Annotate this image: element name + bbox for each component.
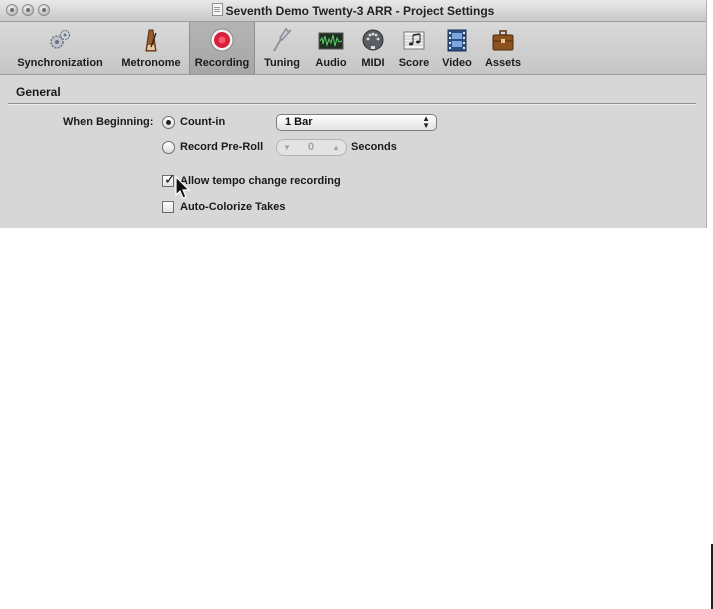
checkmark-icon: ✓ — [164, 171, 176, 187]
tab-assets-label: Assets — [484, 57, 522, 69]
metronome-icon — [145, 29, 157, 52]
gears-icon — [50, 29, 71, 49]
count-in-label: Count-in — [180, 116, 226, 128]
recording-settings-panel: General When Beginning: Count-in 1 Bar ▲… — [0, 75, 706, 228]
stepper-up-icon[interactable]: ▲ — [332, 143, 340, 152]
stepper-down-icon[interactable]: ▼ — [283, 143, 291, 152]
tab-metronome-label: Metronome — [121, 57, 181, 69]
section-title-general: General — [16, 85, 61, 99]
section-divider — [8, 103, 696, 104]
mouse-pointer-icon — [175, 176, 191, 199]
updown-arrows-icon: ▲ ▼ — [422, 114, 430, 130]
tab-video[interactable]: Video — [438, 22, 476, 74]
tab-tuning[interactable]: Tuning — [259, 22, 305, 74]
audio-waveform-icon — [318, 32, 344, 50]
pre-roll-stepper[interactable]: ▼ 0 ▲ — [276, 139, 347, 156]
count-in-radio[interactable] — [162, 116, 175, 129]
when-beginning-label: When Beginning: — [63, 116, 154, 128]
tab-synchronization-label: Synchronization — [17, 57, 103, 69]
tab-synchronization[interactable]: Synchronization — [10, 22, 110, 74]
tab-tuning-label: Tuning — [264, 57, 300, 69]
pre-roll-unit-label: Seconds — [351, 141, 397, 153]
radio-selected-dot — [166, 120, 171, 125]
film-icon — [447, 29, 467, 52]
record-pre-roll-label: Record Pre-Roll — [180, 141, 264, 153]
midi-connector-icon — [362, 29, 384, 51]
document-icon — [211, 3, 223, 16]
tab-assets[interactable]: Assets — [480, 22, 526, 74]
window-title: Seventh Demo Twenty-3 ARR - Project Sett… — [0, 3, 706, 18]
record-pre-roll-radio[interactable] — [162, 141, 175, 154]
title-bar: Seventh Demo Twenty-3 ARR - Project Sett… — [0, 0, 706, 22]
score-notes-icon — [403, 31, 425, 50]
allow-tempo-change-label: Allow tempo change recording — [180, 175, 341, 187]
tab-recording[interactable]: Recording — [189, 22, 255, 74]
settings-toolbar: Synchronization Metronome Recording Tuni… — [0, 22, 706, 75]
allow-tempo-change-checkbox[interactable]: ✓ — [162, 171, 176, 187]
auto-colorize-takes-label: Auto-Colorize Takes — [180, 201, 286, 213]
count-in-select-value: 1 Bar — [285, 116, 313, 128]
tab-score-label: Score — [398, 57, 430, 69]
tab-midi-label: MIDI — [361, 57, 385, 69]
tab-audio[interactable]: Audio — [310, 22, 352, 74]
tab-midi[interactable]: MIDI — [356, 22, 390, 74]
tuning-fork-icon — [273, 27, 292, 52]
tab-score[interactable]: Score — [394, 22, 434, 74]
project-settings-window: Seventh Demo Twenty-3 ARR - Project Sett… — [0, 0, 707, 228]
tab-audio-label: Audio — [315, 57, 347, 69]
window-title-text: Seventh Demo Twenty-3 ARR - Project Sett… — [225, 4, 495, 18]
auto-colorize-takes-checkbox[interactable] — [162, 201, 174, 213]
briefcase-icon — [492, 30, 514, 51]
tab-video-label: Video — [442, 57, 472, 69]
count-in-select[interactable]: 1 Bar ▲ ▼ — [276, 114, 437, 131]
record-icon — [210, 28, 234, 52]
tab-recording-label: Recording — [194, 57, 250, 69]
pre-roll-value: 0 — [308, 141, 315, 153]
tab-metronome[interactable]: Metronome — [116, 22, 186, 74]
